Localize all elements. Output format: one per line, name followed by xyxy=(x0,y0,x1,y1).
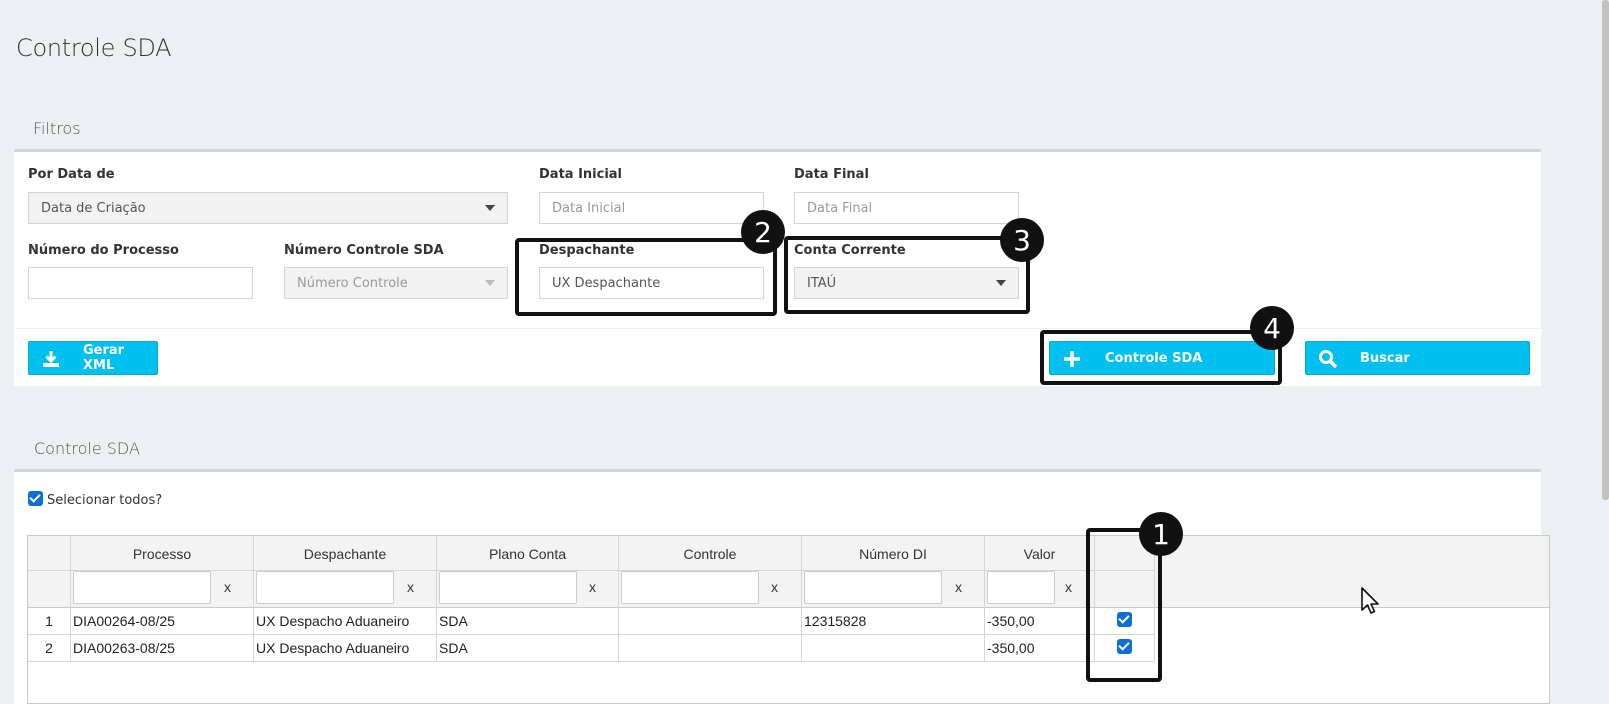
cell-valor: -350,00 xyxy=(985,608,1095,635)
results-section-title: Controle SDA xyxy=(34,439,140,458)
cell-numero-di: 12315828 xyxy=(802,608,985,635)
mouse-cursor-icon xyxy=(1361,587,1379,614)
por-data-label: Por Data de xyxy=(28,167,115,182)
column-despachante: Despachante x xyxy=(254,536,437,608)
filter-clear-numero-di[interactable]: x xyxy=(955,579,962,595)
cell-despachante: UX Despacho Aduaneiro xyxy=(254,608,437,635)
column-header-numero-di[interactable]: Número DI xyxy=(802,546,984,562)
step-marker-3: 3 xyxy=(1000,218,1044,262)
gerar-xml-label: Gerar XML xyxy=(83,343,125,373)
filter-clear-valor[interactable]: x xyxy=(1065,579,1072,595)
filter-input-despachante[interactable] xyxy=(256,571,394,604)
highlight-box-4 xyxy=(1040,330,1282,385)
filter-input-controle[interactable] xyxy=(621,571,759,604)
numero-controle-select[interactable]: Número Controle xyxy=(284,267,508,299)
filter-input-processo[interactable] xyxy=(73,571,211,604)
column-plano-conta: Plano Conta x xyxy=(437,536,619,608)
filter-clear-despachante[interactable]: x xyxy=(407,579,414,595)
cell-controle xyxy=(619,635,802,662)
column-numero-di: Número DI x xyxy=(802,536,985,608)
row-number: 2 xyxy=(28,635,71,662)
data-inicial-input[interactable]: Data Inicial xyxy=(539,192,764,224)
highlight-box-3 xyxy=(784,236,1030,314)
grid-header: Processo x Despachante x Plano Conta x C… xyxy=(28,536,1549,608)
column-valor: Valor x xyxy=(985,536,1095,608)
cell-despachante: UX Despacho Aduaneiro xyxy=(254,635,437,662)
step-marker-2: 2 xyxy=(741,210,785,254)
cell-plano-conta: SDA xyxy=(437,608,619,635)
table-row[interactable]: 2 DIA00263-08/25 UX Despacho Aduaneiro S… xyxy=(28,635,1155,662)
search-icon xyxy=(1319,350,1338,369)
data-final-label: Data Final xyxy=(794,167,869,182)
step-marker-1: 1 xyxy=(1139,512,1183,556)
por-data-value: Data de Criação xyxy=(41,200,146,216)
page-scrollbar[interactable] xyxy=(1602,0,1609,500)
data-final-placeholder: Data Final xyxy=(807,200,873,216)
buscar-label: Buscar xyxy=(1360,350,1410,366)
buscar-button[interactable]: Buscar xyxy=(1305,341,1530,375)
data-inicial-label: Data Inicial xyxy=(539,167,623,182)
filter-clear-processo[interactable]: x xyxy=(224,579,231,595)
caret-down-icon xyxy=(485,205,495,211)
row-number-header xyxy=(28,536,71,608)
column-header-processo[interactable]: Processo xyxy=(71,546,253,562)
cell-plano-conta: SDA xyxy=(437,635,619,662)
numero-processo-input[interactable] xyxy=(28,267,253,299)
row-number: 1 xyxy=(28,608,71,635)
filters-divider xyxy=(15,328,1541,329)
filter-input-numero-di[interactable] xyxy=(804,571,942,604)
select-all[interactable]: Selecionar todos? xyxy=(28,489,162,508)
step-marker-4: 4 xyxy=(1250,306,1294,350)
column-controle: Controle x xyxy=(619,536,802,608)
download-icon xyxy=(43,351,59,367)
cell-controle xyxy=(619,608,802,635)
column-header-despachante[interactable]: Despachante xyxy=(254,546,436,562)
data-inicial-placeholder: Data Inicial xyxy=(552,200,626,216)
caret-down-icon xyxy=(485,280,495,286)
cell-processo: DIA00263-08/25 xyxy=(71,635,254,662)
header-separator xyxy=(28,570,1155,571)
filters-section-title: Filtros xyxy=(33,119,81,138)
cell-valor: -350,00 xyxy=(985,635,1095,662)
table-row[interactable]: 1 DIA00264-08/25 UX Despacho Aduaneiro S… xyxy=(28,608,1155,635)
data-final-input[interactable]: Data Final xyxy=(794,192,1019,224)
select-all-label: Selecionar todos? xyxy=(47,493,163,508)
column-processo: Processo x xyxy=(71,536,254,608)
filter-clear-plano-conta[interactable]: x xyxy=(589,579,596,595)
cell-numero-di xyxy=(802,635,985,662)
numero-controle-placeholder: Número Controle xyxy=(297,275,408,291)
por-data-select[interactable]: Data de Criação xyxy=(28,192,508,224)
numero-controle-label: Número Controle SDA xyxy=(284,243,444,258)
numero-processo-label: Número do Processo xyxy=(28,243,179,258)
filter-clear-controle[interactable]: x xyxy=(771,579,778,595)
select-all-checkbox[interactable] xyxy=(28,491,43,506)
column-header-controle[interactable]: Controle xyxy=(619,546,801,562)
page-title: Controle SDA xyxy=(16,34,172,62)
column-header-valor[interactable]: Valor xyxy=(985,546,1094,562)
results-grid: Processo x Despachante x Plano Conta x C… xyxy=(27,535,1550,704)
column-header-plano-conta[interactable]: Plano Conta xyxy=(437,546,618,562)
filter-input-plano-conta[interactable] xyxy=(439,571,577,604)
gerar-xml-button[interactable]: Gerar XML xyxy=(28,341,158,375)
highlight-box-2 xyxy=(515,238,777,316)
cell-processo: DIA00264-08/25 xyxy=(71,608,254,635)
filter-input-valor[interactable] xyxy=(987,571,1055,604)
